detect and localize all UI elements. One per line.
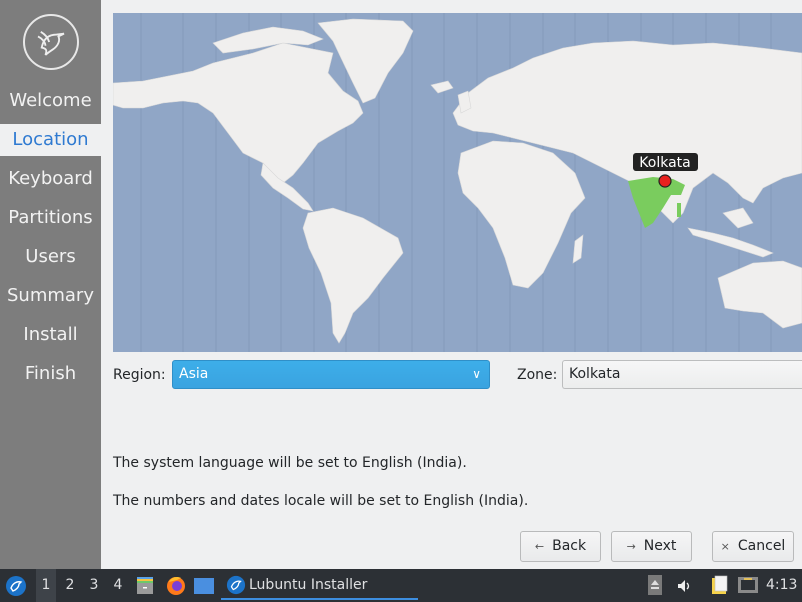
desktop-4[interactable]: 4 <box>108 569 128 602</box>
active-task-indicator <box>221 598 418 600</box>
step-location: Location <box>0 124 101 156</box>
volume-tray-button[interactable] <box>676 569 694 602</box>
clipboard-icon <box>712 575 728 594</box>
step-partitions: Partitions <box>8 207 93 228</box>
eject-tray-button[interactable] <box>648 569 662 602</box>
region-value: Asia <box>179 366 209 382</box>
installer-window: Welcome Location Keyboard Partitions Use… <box>0 0 802 602</box>
firefox-icon <box>167 577 185 595</box>
lubuntu-menu-icon <box>6 576 26 596</box>
network-tray-button[interactable] <box>738 569 760 602</box>
lubuntu-installer-icon <box>226 575 246 595</box>
file-manager-launcher[interactable] <box>135 569 157 602</box>
network-wired-icon <box>738 577 758 593</box>
next-button[interactable]: → Next <box>611 531 692 562</box>
locale-message: The numbers and dates locale will be set… <box>113 493 529 509</box>
back-button[interactable]: ← Back <box>520 531 601 562</box>
sidebar: Welcome Location Keyboard Partitions Use… <box>0 0 101 569</box>
zone-select[interactable]: Kolkata <box>562 360 802 389</box>
taskbar-task-lubuntu-installer[interactable]: Lubuntu Installer <box>221 569 418 602</box>
language-message: The system language will be set to Engli… <box>113 455 467 471</box>
andaman-islands <box>677 203 681 217</box>
region-label: Region: <box>113 367 166 383</box>
firefox-launcher[interactable] <box>165 569 187 602</box>
next-label: Next <box>643 538 677 554</box>
location-pin-icon[interactable] <box>658 174 672 188</box>
volume-icon <box>678 580 690 592</box>
step-summary: Summary <box>7 285 94 306</box>
arrow-left-icon: ← <box>534 540 545 553</box>
step-welcome: Welcome <box>9 90 92 111</box>
clock[interactable]: 4:13 <box>766 569 797 602</box>
desktop-2[interactable]: 2 <box>60 569 80 602</box>
desktop-3[interactable]: 3 <box>84 569 104 602</box>
zone-label: Zone: <box>517 367 558 383</box>
city-label: Kolkata <box>639 155 690 171</box>
desktop-1[interactable]: 1 <box>36 569 56 602</box>
step-keyboard: Keyboard <box>8 168 93 189</box>
start-menu-button[interactable] <box>5 569 29 602</box>
arrow-right-icon: → <box>626 540 636 553</box>
timezone-map[interactable]: Kolkata <box>113 13 802 352</box>
cancel-button[interactable]: × Cancel <box>712 531 794 562</box>
back-label: Back <box>552 538 587 554</box>
cancel-label: Cancel <box>737 538 786 554</box>
step-install: Install <box>23 324 78 345</box>
step-users: Users <box>25 246 76 267</box>
taskbar: 1 2 3 4 Lubuntu Installer 4:13 <box>0 569 802 602</box>
region-select[interactable]: Asia ∨ <box>172 360 490 389</box>
desktop-icon <box>194 578 214 594</box>
eject-icon <box>648 575 662 595</box>
zone-value: Kolkata <box>569 366 621 382</box>
file-manager-icon <box>137 577 153 594</box>
step-finish: Finish <box>24 363 77 384</box>
chevron-down-icon: ∨ <box>472 367 481 381</box>
show-desktop-button[interactable] <box>194 569 216 602</box>
lubuntu-logo-icon <box>23 14 79 70</box>
clipboard-tray-button[interactable] <box>710 569 732 602</box>
close-icon: × <box>720 540 730 553</box>
